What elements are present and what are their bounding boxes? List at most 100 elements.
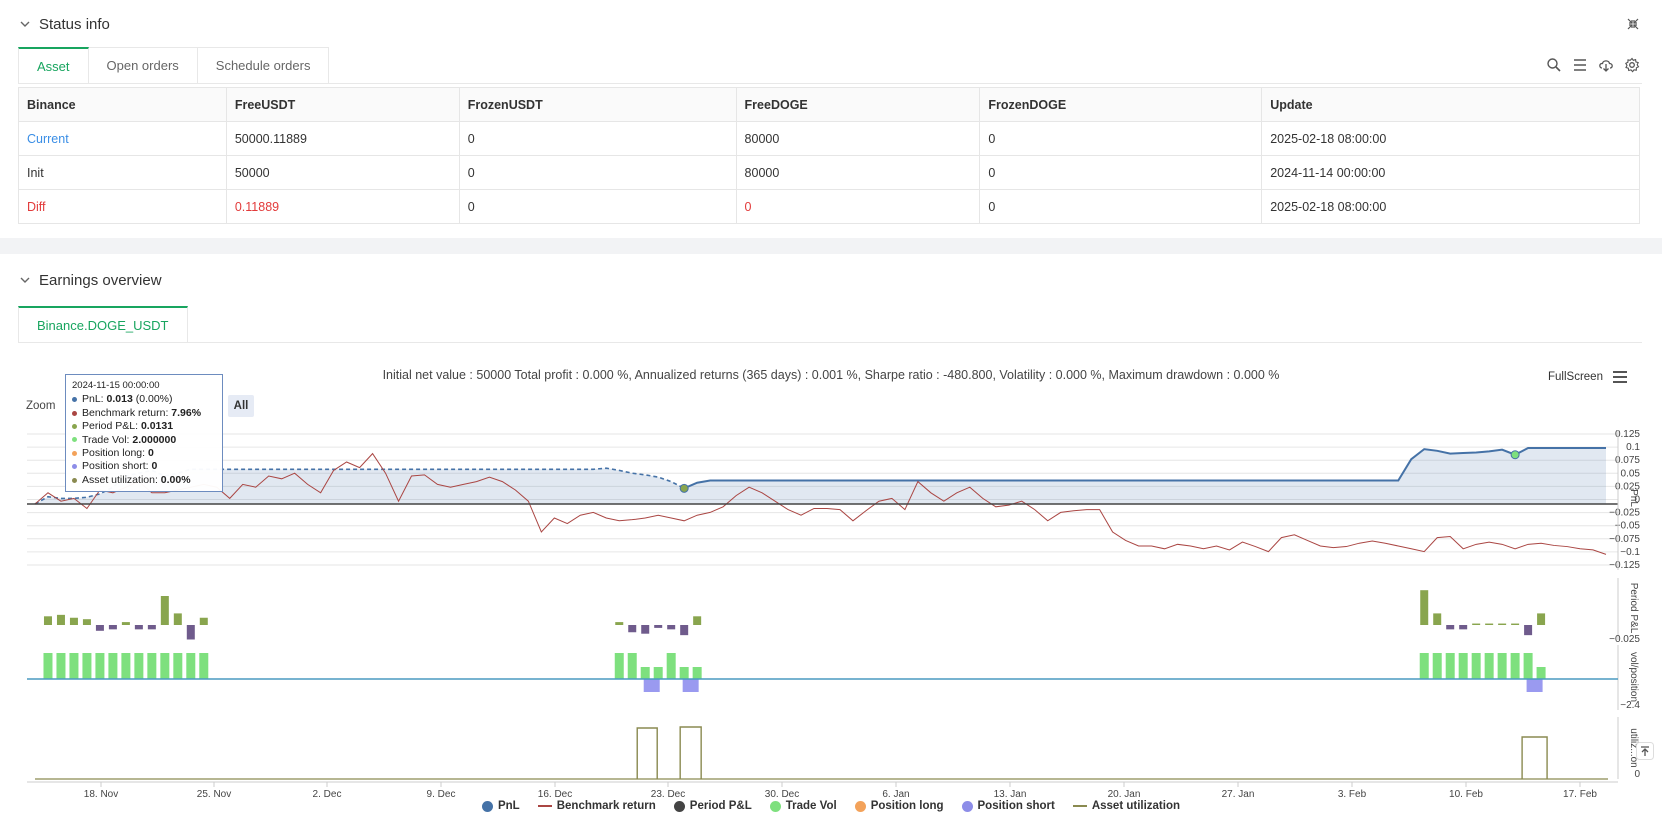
tooltip-row: Benchmark return: 7.96%	[72, 407, 216, 420]
legend-item[interactable]: Asset utilization	[1072, 800, 1181, 812]
legend-marker-icon	[1072, 805, 1087, 807]
earnings-chart: 0.1250.10.0750.050.0250−0.025−0.05−0.075…	[27, 429, 1641, 800]
trade-vol-bar	[640, 667, 650, 679]
period-pnl-bar	[654, 625, 663, 628]
y-tick-label: −0.125	[1609, 560, 1640, 571]
x-tick-label: 30. Dec	[765, 789, 799, 800]
x-tick-label: 25. Nov	[197, 789, 231, 800]
x-tick-label: 16. Dec	[538, 789, 572, 800]
x-tick-label: 2. Dec	[313, 789, 342, 800]
position-short-bar	[682, 679, 699, 692]
tooltip-value: 2.000000	[132, 433, 177, 446]
y-tick-label: −0.05	[1615, 521, 1641, 532]
x-tick-label: 9. Dec	[427, 789, 456, 800]
period-pnl-bar	[667, 625, 676, 630]
legend-label: Period P&L	[689, 800, 752, 812]
legend-item[interactable]: Position short	[961, 800, 1055, 812]
trade-vol-bar	[69, 653, 79, 679]
trade-vol-bar	[679, 667, 689, 679]
series-dot-icon	[72, 410, 77, 416]
period-pnl-bar	[1433, 613, 1442, 625]
trade-vol-bar	[1484, 653, 1494, 679]
period-pnl-bar	[1511, 623, 1520, 625]
series-dot-icon	[72, 423, 77, 429]
legend-item[interactable]: Benchmark return	[537, 800, 656, 812]
asset-util-line	[636, 726, 1548, 779]
trade-vol-bar	[1471, 653, 1481, 679]
period-pnl-bar	[628, 625, 637, 633]
trade-vol-bar	[1445, 653, 1455, 679]
x-tick-label: 23. Dec	[651, 789, 685, 800]
trade-vol-bar	[627, 653, 637, 679]
position-short-bar	[643, 679, 660, 692]
tooltip-row: Period P&L: 0.0131	[72, 420, 216, 433]
tooltip-value: 0.00%	[160, 473, 191, 486]
period-pnl-bar	[95, 625, 104, 631]
period-pnl-bar	[1420, 590, 1429, 625]
period-pnl-bar	[1524, 625, 1533, 636]
tooltip-label: Benchmark return:	[82, 406, 172, 419]
legend-marker-icon	[854, 800, 866, 812]
period-pnl-bar	[1537, 613, 1546, 625]
legend-label: Position short	[977, 800, 1055, 812]
scroll-top-icon[interactable]	[1636, 742, 1654, 760]
legend-item[interactable]: Period P&L	[673, 800, 752, 812]
axis-title: vol/position	[1628, 652, 1639, 702]
y-tick-label: −0.075	[1609, 534, 1640, 545]
position-short-bar	[1526, 679, 1543, 692]
x-tick-label: 17. Feb	[1563, 789, 1597, 800]
trade-vol-bar	[666, 653, 676, 679]
tooltip-row: PnL: 0.013 (0.00%)	[72, 393, 216, 406]
trade-vol-bar	[56, 653, 66, 679]
trade-vol-bar	[186, 653, 196, 679]
chart-tooltip: 2024-11-15 00:00:00 PnL: 0.013 (0.00%) Be…	[65, 374, 223, 493]
period-pnl-bar	[186, 625, 195, 640]
legend-item[interactable]: Trade Vol	[769, 800, 837, 812]
legend-marker-icon	[537, 805, 552, 807]
tooltip-date: 2024-11-15 00:00:00	[72, 380, 160, 391]
x-tick-label: 6. Jan	[882, 789, 909, 800]
tooltip-value: 0.0131	[140, 420, 174, 433]
x-tick-label: 18. Nov	[84, 789, 118, 800]
trade-vol-bar	[1523, 653, 1533, 679]
period-pnl-bar	[199, 617, 208, 625]
legend-label: Asset utilization	[1091, 800, 1181, 812]
series-dot-icon	[72, 450, 77, 456]
x-tick-label: 10. Feb	[1449, 789, 1483, 800]
period-pnl-bar	[1485, 623, 1494, 625]
period-pnl-bar	[56, 614, 65, 625]
y-tick-label: 0.125	[1615, 429, 1640, 440]
series-dot-icon	[72, 397, 77, 403]
trade-vol-bar	[43, 653, 53, 679]
tooltip-row: Asset utilization: 0.00%	[72, 474, 216, 487]
period-pnl-bar	[69, 617, 78, 625]
chart-legend: PnL Benchmark return Period P&L Trade Vol Po…	[0, 800, 1662, 812]
legend-marker-icon	[673, 800, 685, 812]
tooltip-label: Position long:	[82, 447, 148, 460]
tooltip-label: Position short:	[82, 460, 152, 473]
legend-item[interactable]: PnL	[481, 800, 520, 812]
trade-vol-bar	[653, 667, 663, 679]
trade-vol-bar	[692, 667, 702, 679]
period-pnl-bar	[108, 625, 117, 630]
trade-vol-bar	[121, 653, 131, 679]
legend-marker-icon	[481, 800, 493, 812]
period-pnl-bar	[160, 596, 169, 625]
tooltip-row: Position long: 0	[72, 447, 216, 460]
trade-vol-bar	[160, 653, 170, 679]
series-dot-icon	[72, 477, 77, 483]
series-dot-icon	[72, 464, 77, 470]
tooltip-extra: (0.00%)	[132, 393, 173, 406]
period-pnl-bar	[1459, 625, 1468, 630]
period-pnl-bar	[641, 625, 650, 634]
period-pnl-bar	[1446, 625, 1455, 630]
trade-vol-bar	[108, 653, 118, 679]
axis-title: Period P&L	[1628, 583, 1639, 634]
period-pnl-bar	[43, 616, 52, 625]
period-pnl-bar	[1498, 623, 1507, 625]
trade-vol-bar	[199, 653, 209, 679]
trade-vol-bar	[82, 653, 92, 679]
legend-label: Benchmark return	[556, 800, 656, 812]
tooltip-row: Position short: 0	[72, 460, 216, 473]
legend-item[interactable]: Position long	[854, 800, 944, 812]
